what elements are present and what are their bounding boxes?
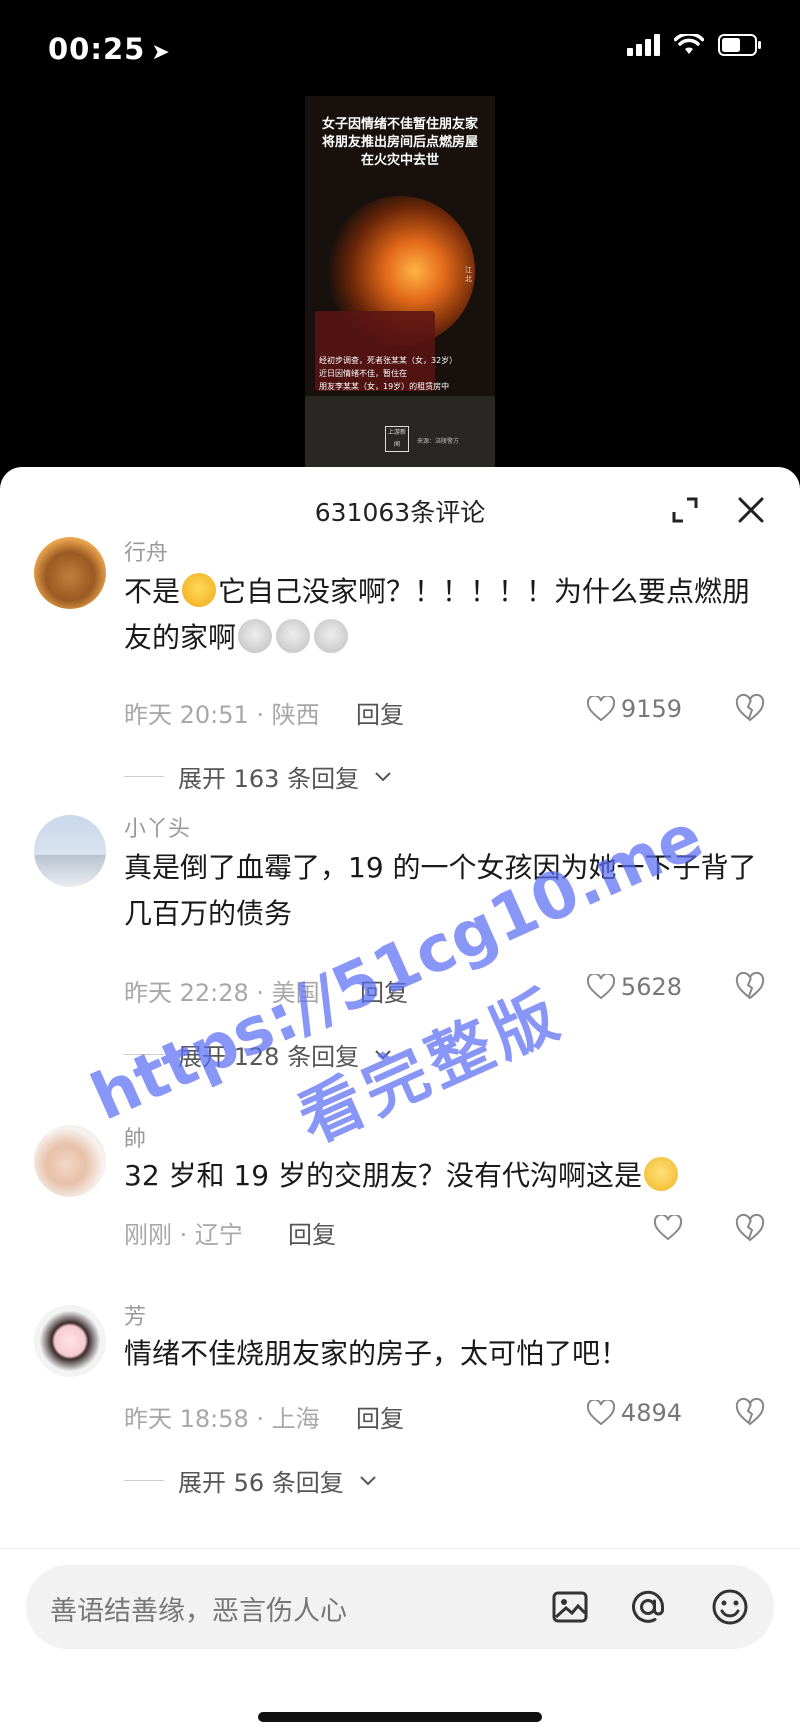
chevron-down-icon — [375, 1049, 391, 1059]
chevron-down-icon — [375, 771, 391, 781]
heart-icon — [586, 696, 615, 722]
emoji-icon[interactable] — [710, 1587, 750, 1627]
comment-text-part: 32 岁和 19 岁的交朋友？没有代沟啊这是 — [124, 1159, 642, 1192]
mention-icon[interactable] — [628, 1587, 668, 1627]
avatar[interactable] — [34, 537, 106, 609]
expand-replies[interactable]: 展开 163 条回复 — [124, 759, 393, 794]
status-bar: 00:25 ➤ — [0, 0, 800, 100]
video-credit: 来源：涪陵警方 — [417, 438, 460, 445]
comment-input-placeholder: 善语结善缘，恶言伤人心 — [50, 1596, 347, 1627]
video-logo: 上游新闻 — [385, 426, 409, 452]
dislike-icon[interactable] — [735, 971, 765, 1001]
wifi-icon — [674, 34, 704, 56]
smirk-emoji-icon — [643, 1157, 678, 1191]
comment-time-location: 昨天 22:28 · 美国 — [124, 979, 320, 1007]
comment-author[interactable]: 小丫头 — [124, 811, 190, 843]
comment-time-location: 刚刚 · 辽宁 — [124, 1221, 243, 1249]
video-title-line: 在火灾中去世 — [360, 153, 439, 168]
avatar[interactable] — [34, 1125, 106, 1197]
like-count: 5628 — [620, 973, 682, 1001]
close-icon[interactable] — [736, 495, 766, 525]
status-time-text: 00:25 — [48, 32, 146, 66]
comment-time-location: 昨天 18:58 · 上海 — [124, 1405, 320, 1433]
divider — [124, 1054, 164, 1055]
dislike-icon[interactable] — [735, 693, 765, 723]
expand-replies[interactable]: 展开 128 条回复 — [124, 1037, 393, 1072]
comment-text: 真是倒了血霉了，19 的一个女孩因为她一下子背了几百万的债务 — [124, 851, 757, 930]
video-side-text: 江北 — [465, 266, 472, 283]
reply-button[interactable]: 回复 — [356, 1399, 404, 1434]
laughing-emoji-icon — [182, 573, 217, 607]
image-icon[interactable] — [550, 1587, 590, 1627]
comment-text-part: 它自己没家啊？！！！！！为什么要点燃朋友的家啊 — [124, 575, 751, 654]
cellular-signal-icon — [627, 34, 660, 56]
divider — [124, 776, 164, 777]
shocked-emoji-icon — [276, 619, 311, 653]
comment-text-part: 不是 — [124, 575, 181, 608]
battery-icon — [718, 34, 762, 56]
like-count: 9159 — [620, 695, 682, 723]
shocked-emoji-icon — [238, 619, 273, 653]
video-caption: 经初步调查，死者张某某（女，32岁） 近日因情绪不佳，暂住在 朋友李某某（女，1… — [319, 354, 484, 393]
video-caption-line: 朋友李某某（女，19岁）的租赁房中 — [319, 382, 450, 391]
expand-replies-label: 展开 56 条回复 — [178, 1469, 344, 1497]
dislike-icon[interactable] — [735, 1397, 765, 1427]
like-button[interactable] — [654, 1215, 682, 1241]
comment-author[interactable]: 行舟 — [124, 535, 168, 567]
like-button[interactable]: 5628 — [586, 973, 682, 1001]
video-title-line: 女子因情绪不佳暂住朋友家 — [321, 117, 478, 132]
reply-button[interactable]: 回复 — [360, 973, 408, 1008]
comment-author[interactable]: 芳 — [124, 1299, 146, 1331]
like-button[interactable]: 4894 — [586, 1399, 682, 1427]
like-button[interactable]: 9159 — [586, 695, 682, 723]
like-count: 4894 — [620, 1399, 682, 1427]
video-caption-line: 经初步调查，死者张某某（女，32岁） — [319, 356, 458, 365]
comment-time-location: 昨天 20:51 · 陕西 — [124, 701, 320, 729]
reply-button[interactable]: 回复 — [288, 1215, 336, 1250]
reply-button[interactable]: 回复 — [356, 695, 404, 730]
comment-sheet: 631063条评论 行舟 不是 它自己没家啊？！！！！！为什么要点燃朋友的家啊 昨… — [0, 467, 800, 1733]
sheet-header: 631063条评论 — [0, 467, 800, 547]
comment-text: 32 岁和 19 岁的交朋友？没有代沟啊这是 — [124, 1153, 764, 1199]
video-caption-line: 近日因情绪不佳，暂住在 — [319, 369, 407, 378]
heart-icon — [586, 974, 615, 1000]
location-arrow-icon: ➤ — [151, 40, 171, 65]
divider — [124, 1480, 164, 1481]
video-title: 女子因情绪不佳暂住朋友家 将朋友推出房间后点燃房屋 在火灾中去世 — [311, 116, 489, 170]
expand-replies-label: 展开 128 条回复 — [178, 1043, 360, 1071]
expand-replies-label: 展开 163 条回复 — [178, 765, 360, 793]
comment-author[interactable]: 帥 — [124, 1121, 146, 1153]
comment-text: 不是 它自己没家啊？！！！！！为什么要点燃朋友的家啊 — [124, 569, 764, 661]
video-title-line: 将朋友推出房间后点燃房屋 — [321, 135, 478, 150]
avatar[interactable] — [34, 1305, 106, 1377]
avatar[interactable] — [34, 815, 106, 887]
comment-input[interactable]: 善语结善缘，恶言伤人心 — [26, 1565, 774, 1649]
chevron-down-icon — [360, 1475, 376, 1485]
expand-replies[interactable]: 展开 56 条回复 — [124, 1463, 378, 1498]
heart-icon — [586, 1400, 615, 1426]
shocked-emoji-icon — [314, 619, 349, 653]
status-time: 00:25 ➤ — [48, 32, 171, 66]
status-icons — [627, 34, 762, 56]
comment-input-bar: 善语结善缘，恶言伤人心 — [0, 1548, 800, 1733]
expand-icon[interactable] — [670, 495, 700, 525]
heart-icon — [654, 1215, 682, 1241]
comment-text: 情绪不佳烧朋友家的房子，太可怕了吧！ — [124, 1337, 629, 1370]
dislike-icon[interactable] — [735, 1213, 765, 1243]
video-player[interactable]: 女子因情绪不佳暂住朋友家 将朋友推出房间后点燃房屋 在火灾中去世 江北 经初步调… — [305, 96, 495, 469]
home-indicator[interactable] — [258, 1712, 542, 1722]
